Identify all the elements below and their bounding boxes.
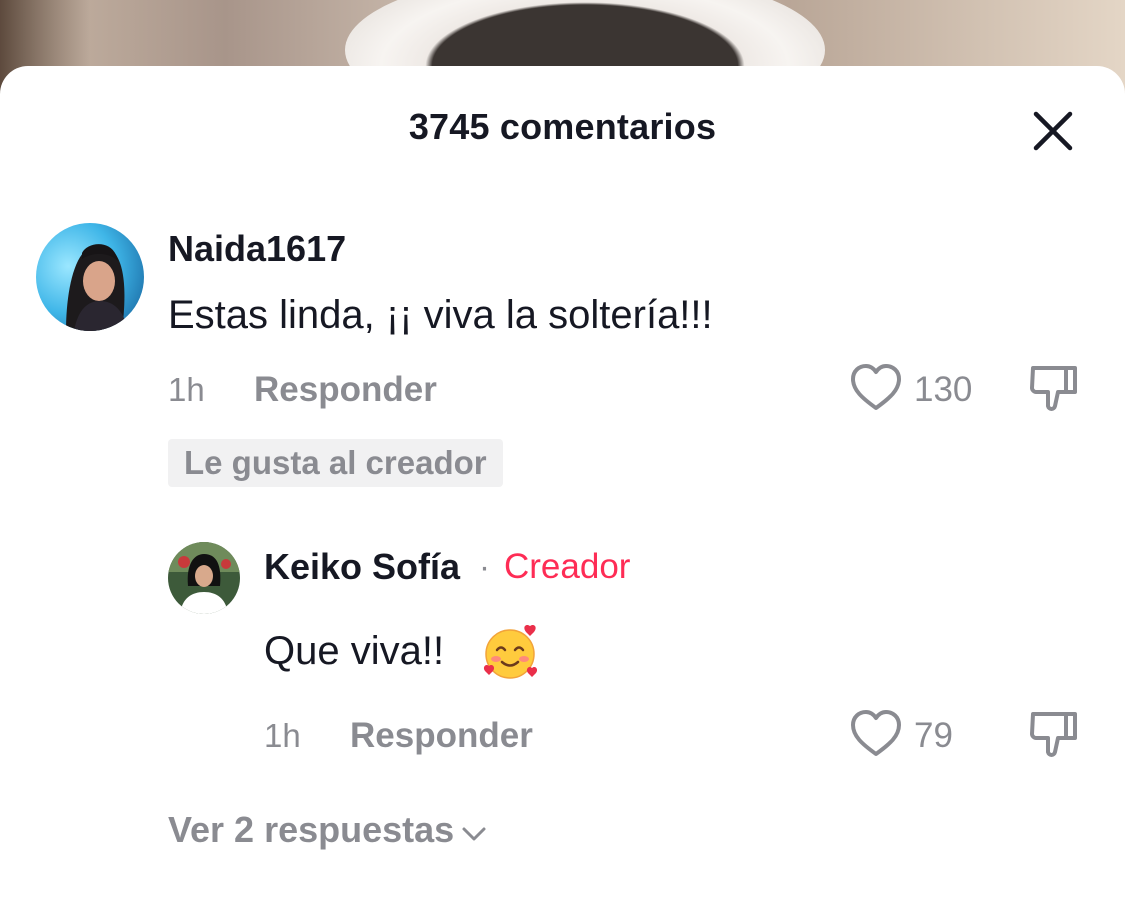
comment-username[interactable]: Naida1617 xyxy=(168,228,346,270)
like-count: 79 xyxy=(914,716,953,755)
reply-text: Que viva!! xyxy=(264,629,445,673)
separator-dot: · xyxy=(479,548,490,585)
heart-icon xyxy=(851,710,901,756)
dislike-button[interactable] xyxy=(1028,708,1080,760)
smiling-face-with-hearts-icon xyxy=(482,624,542,680)
close-icon xyxy=(1033,111,1073,151)
thumbs-down-icon xyxy=(1030,712,1077,757)
comment-text: Estas linda, ¡¡ viva la soltería!!! xyxy=(168,293,713,337)
avatar[interactable] xyxy=(168,542,240,614)
like-count: 130 xyxy=(914,370,973,409)
like-button[interactable] xyxy=(848,362,904,414)
comment-timestamp: 1h xyxy=(168,371,205,408)
dislike-button[interactable] xyxy=(1028,362,1080,414)
comments-header: 3745 comentarios xyxy=(0,66,1125,190)
like-button[interactable] xyxy=(848,708,904,760)
reply-username[interactable]: Keiko Sofía xyxy=(264,546,460,588)
creator-badge: Creador xyxy=(504,547,631,586)
thumbs-down-icon xyxy=(1030,366,1077,411)
view-replies-label: Ver 2 respuestas xyxy=(168,809,455,850)
creator-liked-chip: Le gusta al creador xyxy=(168,439,503,487)
reply-button[interactable]: Responder xyxy=(350,716,533,756)
comments-count-title: 3745 comentarios xyxy=(408,106,717,147)
reply-timestamp: 1h xyxy=(264,717,301,754)
avatar[interactable] xyxy=(36,223,144,331)
reply-button[interactable]: Responder xyxy=(254,370,437,410)
close-button[interactable] xyxy=(1025,103,1081,159)
view-replies-button[interactable]: Ver 2 respuestas xyxy=(168,809,488,853)
heart-icon xyxy=(851,364,901,410)
comments-sheet: 3745 comentarios Naida1617 Estas linda, … xyxy=(0,66,1125,923)
chevron-down-icon xyxy=(460,811,488,853)
